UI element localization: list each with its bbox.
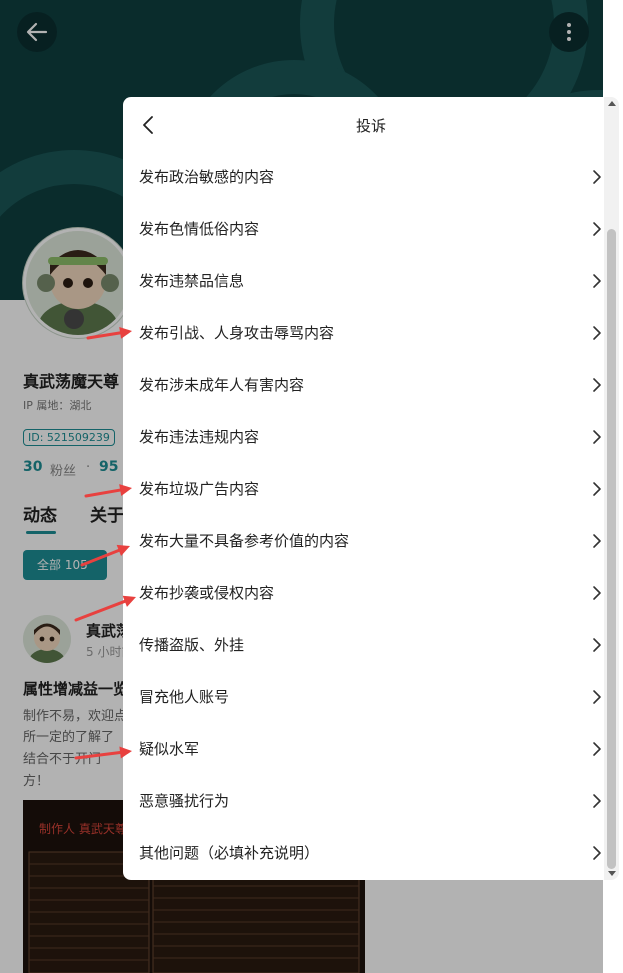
report-reason-item[interactable]: 恶意骚扰行为 <box>123 775 603 827</box>
chevron-right-icon <box>593 222 601 236</box>
chevron-right-icon <box>593 430 601 444</box>
report-reason-item[interactable]: 发布抄袭或侵权内容 <box>123 567 603 619</box>
chevron-right-icon <box>593 170 601 184</box>
report-reason-item[interactable]: 发布大量不具备参考价值的内容 <box>123 515 603 567</box>
report-reason-label: 恶意骚扰行为 <box>139 792 230 810</box>
chevron-right-icon <box>593 846 601 860</box>
chevron-right-icon <box>593 586 601 600</box>
chevron-right-icon <box>593 534 601 548</box>
report-reason-label: 传播盗版、外挂 <box>139 636 245 654</box>
report-reason-item[interactable]: 疑似水军 <box>123 723 603 775</box>
scroll-down-arrow-icon[interactable] <box>608 871 616 876</box>
report-reason-item[interactable]: 冒充他人账号 <box>123 671 603 723</box>
report-reason-label: 发布违法违规内容 <box>139 428 260 446</box>
modal-scrollbar[interactable] <box>604 97 619 880</box>
modal-header: 投诉 <box>123 97 603 155</box>
chevron-right-icon <box>593 274 601 288</box>
report-reason-item[interactable]: 发布垃圾广告内容 <box>123 463 603 515</box>
report-reason-label: 发布抄袭或侵权内容 <box>139 584 275 602</box>
report-reason-item[interactable]: 发布违法违规内容 <box>123 411 603 463</box>
report-reason-label: 发布涉未成年人有害内容 <box>139 376 305 394</box>
report-reason-item[interactable]: 发布政治敏感的内容 <box>123 151 603 203</box>
report-reason-item[interactable]: 其他问题（必填补充说明） <box>123 827 603 879</box>
report-reason-item[interactable]: 发布涉未成年人有害内容 <box>123 359 603 411</box>
report-reason-item[interactable]: 发布违禁品信息 <box>123 255 603 307</box>
report-reason-label: 发布引战、人身攻击辱骂内容 <box>139 324 335 342</box>
report-reason-label: 其他问题（必填补充说明） <box>139 844 320 862</box>
chevron-right-icon <box>593 794 601 808</box>
chevron-right-icon <box>593 326 601 340</box>
report-reason-item[interactable]: 发布引战、人身攻击辱骂内容 <box>123 307 603 359</box>
scroll-up-arrow-icon[interactable] <box>608 101 616 106</box>
chevron-right-icon <box>593 378 601 392</box>
report-reason-item[interactable]: 发布色情低俗内容 <box>123 203 603 255</box>
report-reason-label: 发布违禁品信息 <box>139 272 245 290</box>
report-reason-label: 发布政治敏感的内容 <box>139 168 275 186</box>
report-modal: 投诉 发布政治敏感的内容 发布色情低俗内容 发布违禁品信息发布引战、人身攻击辱骂内容… <box>123 97 619 880</box>
report-reason-label: 发布垃圾广告内容 <box>139 480 260 498</box>
chevron-right-icon <box>593 690 601 704</box>
report-reason-label: 发布大量不具备参考价值的内容 <box>139 532 350 550</box>
report-reason-label: 发布色情低俗内容 <box>139 220 260 238</box>
report-reason-label: 冒充他人账号 <box>139 688 230 706</box>
chevron-right-icon <box>593 482 601 496</box>
report-reason-label: 疑似水军 <box>139 740 200 758</box>
report-reason-item[interactable]: 传播盗版、外挂 <box>123 619 603 671</box>
modal-title: 投诉 <box>355 117 386 135</box>
report-reason-list: 发布政治敏感的内容 发布色情低俗内容 发布违禁品信息发布引战、人身攻击辱骂内容 发布涉… <box>123 151 603 879</box>
scroll-thumb[interactable] <box>607 229 616 869</box>
chevron-right-icon <box>593 638 601 652</box>
chevron-right-icon <box>593 742 601 756</box>
